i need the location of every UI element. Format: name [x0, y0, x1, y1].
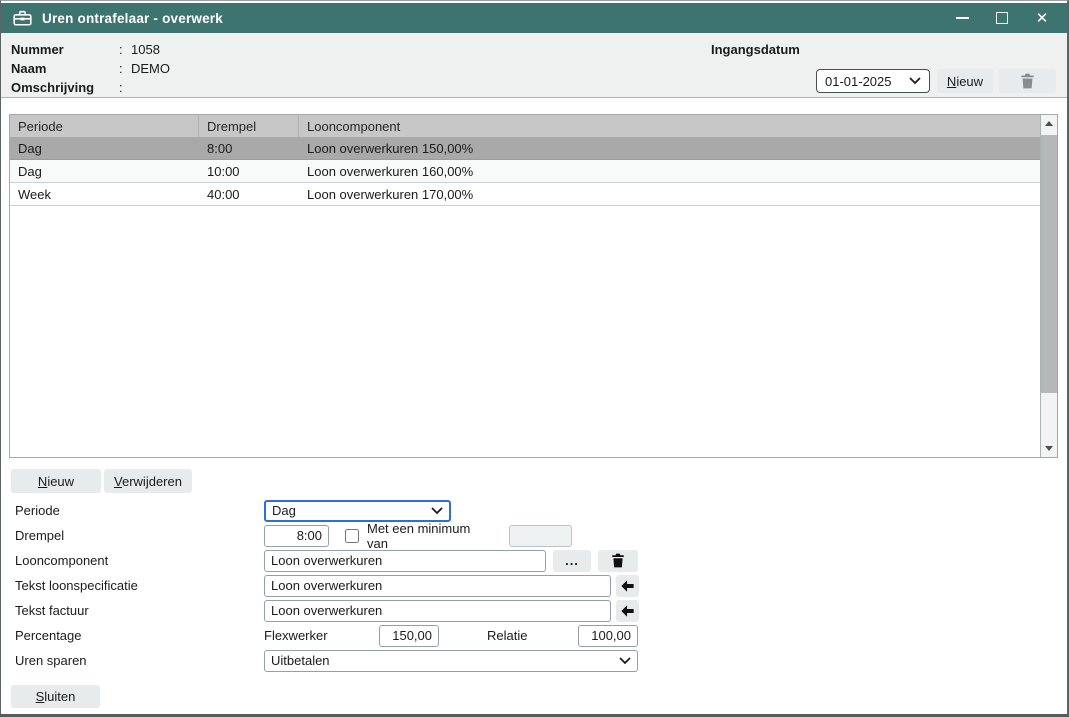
nieuw-version-button[interactable]: Nieuw	[937, 69, 993, 93]
row-periode: Periode Dag	[15, 498, 1055, 523]
column-header-drempel[interactable]: Drempel	[199, 115, 299, 137]
record-header: Nummer:1058 Naam:DEMO Omschrijving: Inga…	[1, 33, 1067, 98]
arrow-left-icon	[620, 604, 635, 618]
drempel-input[interactable]	[264, 525, 329, 547]
percentage-label: Percentage	[15, 628, 264, 643]
chevron-down-icon	[619, 657, 631, 665]
minimum-input	[509, 525, 572, 547]
trash-icon	[611, 553, 625, 568]
window-title: Uren ontrafelaar - overwerk	[42, 11, 223, 26]
overwerk-grid: Periode Drempel Looncomponent Dag 8:00 L…	[9, 114, 1058, 458]
tekst-factuur-copy-button[interactable]	[616, 600, 639, 622]
nummer-value: 1058	[131, 42, 160, 57]
row-drempel: Drempel Met een minimum van	[15, 523, 1055, 548]
toolbox-icon	[13, 10, 32, 26]
drempel-label: Drempel	[15, 528, 264, 543]
grid-body: Periode Drempel Looncomponent Dag 8:00 L…	[10, 115, 1040, 457]
tekst-factuur-input[interactable]	[264, 600, 611, 622]
naam-label: Naam	[11, 61, 119, 76]
column-header-periode[interactable]: Periode	[10, 115, 199, 137]
looncomponent-input[interactable]	[264, 550, 546, 572]
title-bar: Uren ontrafelaar - overwerk ✕	[1, 3, 1067, 33]
window-controls: ✕	[949, 6, 1055, 30]
maximize-icon[interactable]	[989, 6, 1015, 30]
naam-value: DEMO	[131, 61, 170, 76]
row-tekst-loonspecificatie: Tekst loonspecificatie	[15, 573, 1055, 598]
looncomponent-clear-button[interactable]	[598, 550, 638, 572]
row-tekst-factuur: Tekst factuur	[15, 598, 1055, 623]
tekst-loonspecificatie-input[interactable]	[264, 575, 611, 597]
ingangsdatum-select[interactable]: 01-01-2025	[816, 69, 930, 93]
minimize-icon[interactable]	[949, 6, 975, 30]
scroll-down-icon[interactable]	[1041, 440, 1057, 457]
tekst-loonspecificatie-label: Tekst loonspecificatie	[15, 578, 264, 593]
column-header-looncomponent[interactable]: Looncomponent	[299, 115, 1040, 137]
tekst-loonspecificatie-copy-button[interactable]	[616, 575, 639, 597]
table-row[interactable]: Dag 8:00 Loon overwerkuren 150,00%	[10, 137, 1040, 160]
field-omschrijving: Omschrijving:	[11, 78, 131, 97]
chevron-down-icon	[909, 77, 921, 85]
vertical-scrollbar[interactable]	[1040, 115, 1057, 457]
flexwerker-input[interactable]	[379, 625, 439, 647]
flexwerker-label: Flexwerker	[264, 628, 379, 643]
looncomponent-label: Looncomponent	[15, 553, 264, 568]
delete-version-button[interactable]	[999, 69, 1056, 93]
field-nummer: Nummer:1058	[11, 40, 160, 59]
nieuw-row-button[interactable]: Nieuw	[11, 469, 101, 493]
scroll-up-icon[interactable]	[1041, 115, 1057, 132]
close-icon[interactable]: ✕	[1029, 6, 1055, 30]
chevron-down-icon	[431, 507, 443, 515]
grid-header-row: Periode Drempel Looncomponent	[10, 115, 1040, 137]
sluiten-button[interactable]: Sluiten	[11, 685, 100, 708]
scrollbar-thumb[interactable]	[1041, 135, 1057, 393]
arrow-left-icon	[620, 579, 635, 593]
verwijderen-button[interactable]: Verwijderen	[104, 469, 192, 493]
dialog-window: Uren ontrafelaar - overwerk ✕ Nummer:105…	[0, 0, 1069, 717]
periode-select[interactable]: Dag	[264, 500, 451, 522]
tekst-factuur-label: Tekst factuur	[15, 603, 264, 618]
omschrijving-label: Omschrijving	[11, 80, 119, 95]
minimum-label: Met een minimum van	[367, 521, 491, 551]
trash-icon	[1020, 73, 1035, 89]
detail-form: Periode Dag Drempel Met een minimum van …	[15, 498, 1055, 673]
periode-label: Periode	[15, 503, 264, 518]
ingangsdatum-value: 01-01-2025	[825, 74, 909, 89]
table-row[interactable]: Dag 10:00 Loon overwerkuren 160,00%	[10, 160, 1040, 183]
row-percentage: Percentage Flexwerker Relatie	[15, 623, 1055, 648]
row-uren-sparen: Uren sparen Uitbetalen	[15, 648, 1055, 673]
table-row[interactable]: Week 40:00 Loon overwerkuren 170,00%	[10, 183, 1040, 206]
uren-sparen-label: Uren sparen	[15, 653, 264, 668]
ingangsdatum-label: Ingangsdatum	[711, 42, 797, 57]
field-naam: Naam:DEMO	[11, 59, 170, 78]
row-looncomponent: Looncomponent ...	[15, 548, 1055, 573]
minimum-checkbox[interactable]	[345, 529, 359, 543]
looncomponent-browse-button[interactable]: ...	[553, 550, 591, 572]
nummer-label: Nummer	[11, 42, 119, 57]
relatie-input[interactable]	[578, 625, 638, 647]
relatie-label: Relatie	[487, 628, 531, 643]
uren-sparen-select[interactable]: Uitbetalen	[264, 650, 638, 672]
